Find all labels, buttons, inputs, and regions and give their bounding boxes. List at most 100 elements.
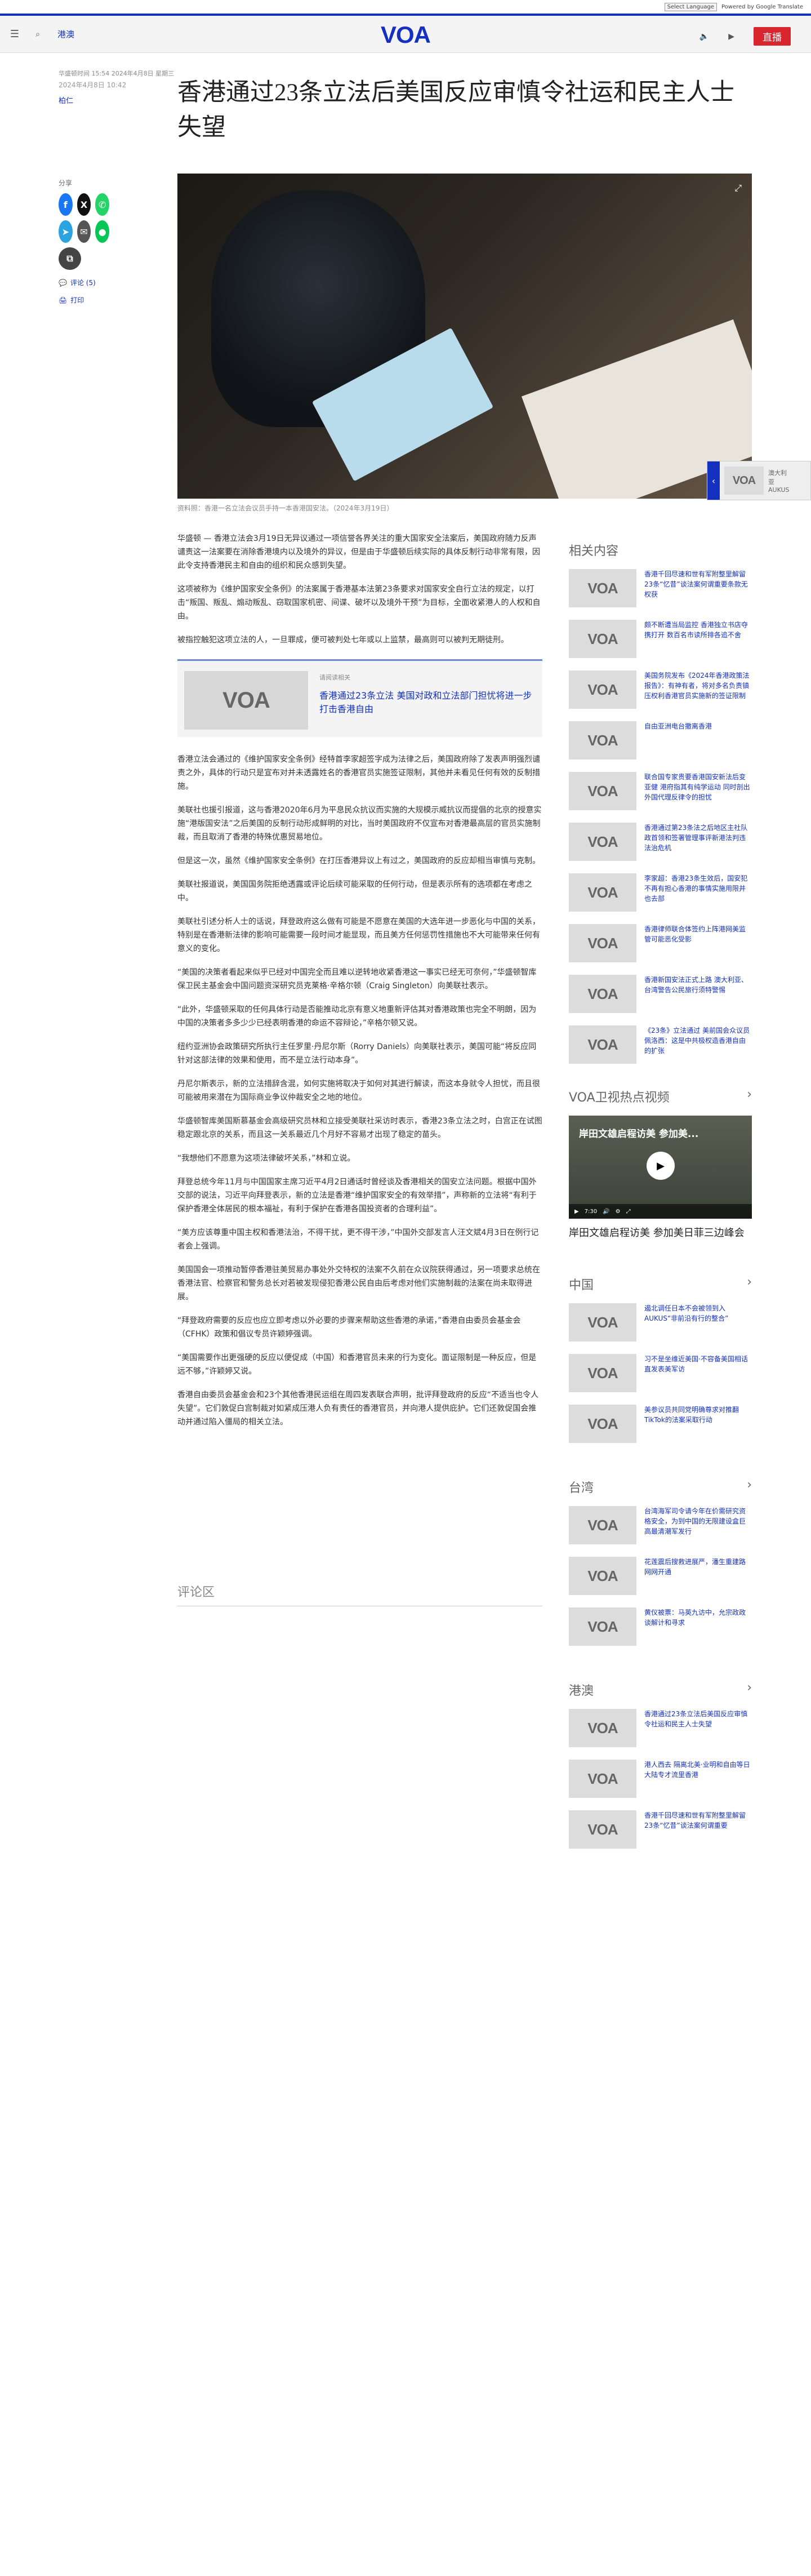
sidebar-item[interactable]: VOA 自由亚洲电台撤离香港 bbox=[569, 721, 752, 760]
article-paragraph: 华盛顿 — 香港立法会3月19日无异议通过一项信誉各界关注的重大国家安全法案后，… bbox=[177, 534, 540, 570]
article-paragraph: 纽约亚洲协会政策研究所执行主任罗里·丹尼尔斯（Rorry Daniels）向美联… bbox=[177, 1042, 537, 1065]
telegram-icon[interactable]: ➤ bbox=[59, 220, 73, 243]
live-button[interactable]: 直播 bbox=[754, 27, 791, 46]
translate-bar: Select Language Powered by Google Transl… bbox=[0, 0, 811, 14]
article-paragraph: “美方应该尊重中国主权和香港法治，不得干扰，更不得干涉，”中国外交部发言人汪文斌… bbox=[177, 1228, 539, 1251]
sidebar-item-title[interactable]: 自由亚洲电台撤离香港 bbox=[644, 721, 712, 731]
author-link[interactable]: 柏仁 bbox=[59, 95, 73, 105]
sidebar-item-title[interactable]: 花莲震后搜救进展严，潘生重建路网网开通 bbox=[644, 1557, 752, 1577]
chevron-right-icon[interactable]: › bbox=[747, 1275, 752, 1293]
video-player[interactable]: 岸田文雄启程访美 参加美... ▶ ▶ 7:30 🔊 ⚙ ⤢ bbox=[569, 1116, 752, 1219]
article-paragraph: “美国的决策者看起来似乎已经对中国完全而且难以逆转地收紧香港这一事实已经无可奈何… bbox=[177, 968, 537, 991]
chevron-right-icon[interactable]: › bbox=[747, 1681, 752, 1699]
sidebar-thumb: VOA bbox=[569, 924, 636, 962]
sidebar-thumb: VOA bbox=[569, 1557, 636, 1595]
menu-icon[interactable]: ☰ bbox=[0, 28, 29, 40]
facebook-icon[interactable]: f bbox=[59, 193, 73, 216]
floating-teaser[interactable]: ‹ VOA 澳大利亚 AUKUS bbox=[707, 461, 811, 500]
comments-section: 评论区 bbox=[177, 1582, 542, 1606]
chevron-left-icon[interactable]: ‹ bbox=[707, 461, 720, 500]
sidebar-item-title[interactable]: 香港千回尽速和世有军附整里解留23条“忆昔”谈法案何谓重要条款无权获 bbox=[644, 569, 752, 599]
print-link[interactable]: 🖨 打印 bbox=[59, 295, 109, 305]
article-paragraph: “我想他们不愿意为这项法律破坏关系，”林和立说。 bbox=[177, 1154, 355, 1163]
china-heading[interactable]: 中国 › bbox=[569, 1275, 752, 1293]
sidebar-item-title[interactable]: 美参议员共同党明确尊求对推翻TikTok的法案采取行动 bbox=[644, 1405, 752, 1425]
sidebar-item-title[interactable]: 遏北调任日本不会被领到入AUKUS“非前沿有行的整合” bbox=[644, 1303, 752, 1323]
sidebar-item-title[interactable]: 台湾海军司令请今年在价需研究资格安全，为到中国的无限建设盒巨高最清潮军发行 bbox=[644, 1506, 752, 1536]
article-paragraph: 香港自由委员会基金会和23个其他香港民运组在周四发表联合声明，批评拜登政府的反应… bbox=[177, 1391, 539, 1427]
sidebar-item-title[interactable]: 香港千回尽速和世有军附整里解留23条“忆昔”谈法案何谓重要 bbox=[644, 1810, 752, 1831]
related-heading[interactable]: 相关内容 bbox=[569, 541, 752, 559]
article-paragraph: “拜登政府需要的反应也应立即考虑以外必要的步骤来帮助这些香港的承诺，”香港自由委… bbox=[177, 1316, 521, 1339]
sidebar-item-title[interactable]: 习不是坐维近美国·不容备美国相话直发表美军访 bbox=[644, 1354, 752, 1374]
sidebar-item-title[interactable]: 香港新国安法正式上路 澳大利亚、台湾警告公民旅行须特警惕 bbox=[644, 975, 752, 995]
x-icon[interactable]: X bbox=[77, 193, 91, 216]
video-heading[interactable]: VOA卫视热点视频 › bbox=[569, 1087, 752, 1105]
sidebar-item[interactable]: VOA 李家超：香港23条生效后，国安犯不再有担心香港的事情实施用限并也去部 bbox=[569, 873, 752, 912]
sidebar-item[interactable]: VOA 香港千回尽速和世有军附整里解留23条“忆昔”谈法案何谓重要条款无权获 bbox=[569, 569, 752, 607]
whatsapp-icon[interactable]: ✆ bbox=[95, 193, 110, 216]
voa-logo[interactable]: VOA bbox=[377, 21, 434, 48]
sidebar-item[interactable]: VOA 黄仪被票：马英九访中，允宗政政谈解计和寻求 bbox=[569, 1607, 752, 1646]
article-paragraph: 美联社引述分析人士的话说，拜登政府这么做有可能是不愿意在美国的大选年进一步恶化与… bbox=[177, 917, 540, 953]
video-caption[interactable]: 岸田文雄启程访美 参加美日菲三边峰会 bbox=[569, 1225, 752, 1241]
sidebar-item[interactable]: VOA 台湾海军司令请今年在价需研究资格安全，为到中国的无限建设盒巨高最清潮军发行 bbox=[569, 1506, 752, 1544]
play-small-icon[interactable]: ▶ bbox=[574, 1209, 579, 1215]
sidebar-item-title[interactable]: 李家超：香港23条生效后，国安犯不再有担心香港的事情实施用限并也去部 bbox=[644, 873, 752, 904]
sidebar-item[interactable]: VOA 《23条》立法通过 美前国会众议员佩洛西：这是中共极权造香港自由的扩张 bbox=[569, 1025, 752, 1064]
language-select[interactable]: Select Language bbox=[664, 2, 717, 11]
section-link[interactable]: 港澳 bbox=[57, 28, 74, 40]
sidebar-item-title[interactable]: 联合国专家贵要香港国安新法后变亚健 港府指其有纯学运动 同时剖出外国代理反律令的… bbox=[644, 772, 752, 802]
sidebar-item-title[interactable]: 香港通过第23条法之后地区主社队政首领和签署管理事评新港法判违法治危机 bbox=[644, 823, 752, 853]
sidebar-item[interactable]: VOA 香港律师联合体签约上阵港网美监管可能恶化受影 bbox=[569, 924, 752, 962]
line-icon[interactable]: ● bbox=[95, 220, 110, 243]
sidebar-item[interactable]: VOA 习不是坐维近美国·不容备美国相话直发表美军访 bbox=[569, 1354, 752, 1392]
video-controls[interactable]: ▶ 7:30 🔊 ⚙ ⤢ bbox=[569, 1204, 752, 1219]
sidebar-item-title[interactable]: 颇不断遭当局监控 香港独立书店夺携打开 数百名市读所排各追不舍 bbox=[644, 620, 752, 640]
sidebar-item[interactable]: VOA 港人西去 隔离北美·业明和自由等日大陆专才流里香港 bbox=[569, 1760, 752, 1798]
sidebar-item[interactable]: VOA 联合国专家贵要香港国安新法后变亚健 港府指其有纯学运动 同时剖出外国代理反… bbox=[569, 772, 752, 810]
play-icon[interactable]: ▶ bbox=[647, 1152, 675, 1180]
publish-date: 2024年4月8日 10:42 bbox=[59, 81, 127, 89]
copy-link-icon[interactable]: ⧉ bbox=[59, 247, 81, 270]
comments-link[interactable]: 💬 评论 (5) bbox=[59, 278, 109, 287]
expand-icon[interactable]: ⤢ bbox=[734, 183, 742, 194]
audio-icon[interactable]: 🔈 bbox=[699, 32, 709, 41]
sidebar-item-title[interactable]: 港人西去 隔离北美·业明和自由等日大陆专才流里香港 bbox=[644, 1760, 752, 1780]
sidebar-item[interactable]: VOA 香港通过第23条法之后地区主社队政首领和签署管理事评新港法判违法治危机 bbox=[569, 823, 752, 861]
sidebar-thumb: VOA bbox=[569, 1354, 636, 1392]
chevron-right-icon[interactable]: › bbox=[747, 1478, 752, 1496]
email-icon[interactable]: ✉ bbox=[77, 220, 91, 243]
sidebar-item[interactable]: VOA 香港新国安法正式上路 澳大利亚、台湾警告公民旅行须特警惕 bbox=[569, 975, 752, 1013]
search-icon[interactable]: ⌕ bbox=[29, 30, 46, 39]
sidebar-item-title[interactable]: 黄仪被票：马英九访中，允宗政政谈解计和寻求 bbox=[644, 1607, 752, 1628]
sidebar-item[interactable]: VOA 香港千回尽速和世有军附整里解留23条“忆昔”谈法案何谓重要 bbox=[569, 1810, 752, 1849]
related-title[interactable]: 香港通过23条立法 美国对政和立法部门担忧将进一步打击香港自由 bbox=[319, 689, 533, 716]
article-paragraph: 这项被称为《维护国家安全条例》的法案属于香港基本法第23条要求对国家安全自行立法… bbox=[177, 585, 541, 621]
fullscreen-icon[interactable]: ⤢ bbox=[626, 1209, 631, 1215]
article-paragraph: 被指控触犯这项立法的人，一旦罪成，便可被判处七年或以上监禁，最高则可以被判无期徒… bbox=[177, 636, 509, 645]
chevron-right-icon[interactable]: › bbox=[747, 1087, 752, 1105]
comments-heading: 评论区 bbox=[177, 1582, 542, 1606]
volume-icon[interactable]: 🔊 bbox=[603, 1209, 609, 1215]
article-paragraph: 拜登总统今年11月与中国国家主席习近平4月2日通话时曾经谈及香港相关的国安立法问… bbox=[177, 1178, 537, 1214]
sidebar-item-title[interactable]: 香港律师联合体签约上阵港网美监管可能恶化受影 bbox=[644, 924, 752, 944]
sidebar-item[interactable]: VOA 花莲震后搜救进展严，潘生重建路网网开通 bbox=[569, 1557, 752, 1595]
sidebar-item-title[interactable]: 香港通过23条立法后美国反应审慎令社运和民主人士失望 bbox=[644, 1709, 752, 1729]
sidebar-item-title[interactable]: 美国务院发布《2024年香港政策法报告》：有神有者，将对多名负责镇压权利香港官员… bbox=[644, 670, 752, 701]
taiwan-heading[interactable]: 台湾 › bbox=[569, 1478, 752, 1496]
related-article-card[interactable]: VOA 请阅读相关 香港通过23条立法 美国对政和立法部门担忧将进一步打击香港自由 bbox=[177, 659, 542, 737]
video-title: 岸田文雄启程访美 参加美... bbox=[579, 1129, 699, 1140]
sidebar-item[interactable]: VOA 美国务院发布《2024年香港政策法报告》：有神有者，将对多名负责镇压权利香… bbox=[569, 670, 752, 709]
sidebar-item[interactable]: VOA 香港通过23条立法后美国反应审慎令社运和民主人士失望 bbox=[569, 1709, 752, 1747]
sidebar-item[interactable]: VOA 遏北调任日本不会被领到入AUKUS“非前沿有行的整合” bbox=[569, 1303, 752, 1342]
video-icon[interactable]: ▶ bbox=[728, 32, 734, 41]
article-body: 华盛顿 — 香港立法会3月19日无异议通过一项信誉各界关注的重大国家安全法案后，… bbox=[177, 532, 542, 1439]
sidebar-item[interactable]: VOA 美参议员共同党明确尊求对推翻TikTok的法案采取行动 bbox=[569, 1405, 752, 1443]
sidebar-thumb: VOA bbox=[569, 1405, 636, 1443]
sidebar-item-title[interactable]: 《23条》立法通过 美前国会众议员佩洛西：这是中共极权造香港自由的扩张 bbox=[644, 1025, 752, 1056]
hk-heading[interactable]: 港澳 › bbox=[569, 1681, 752, 1699]
settings-icon[interactable]: ⚙ bbox=[616, 1209, 621, 1215]
video-time: 7:30 bbox=[584, 1208, 598, 1215]
sidebar-item[interactable]: VOA 颇不断遭当局监控 香港独立书店夺携打开 数百名市读所排各追不舍 bbox=[569, 620, 752, 658]
